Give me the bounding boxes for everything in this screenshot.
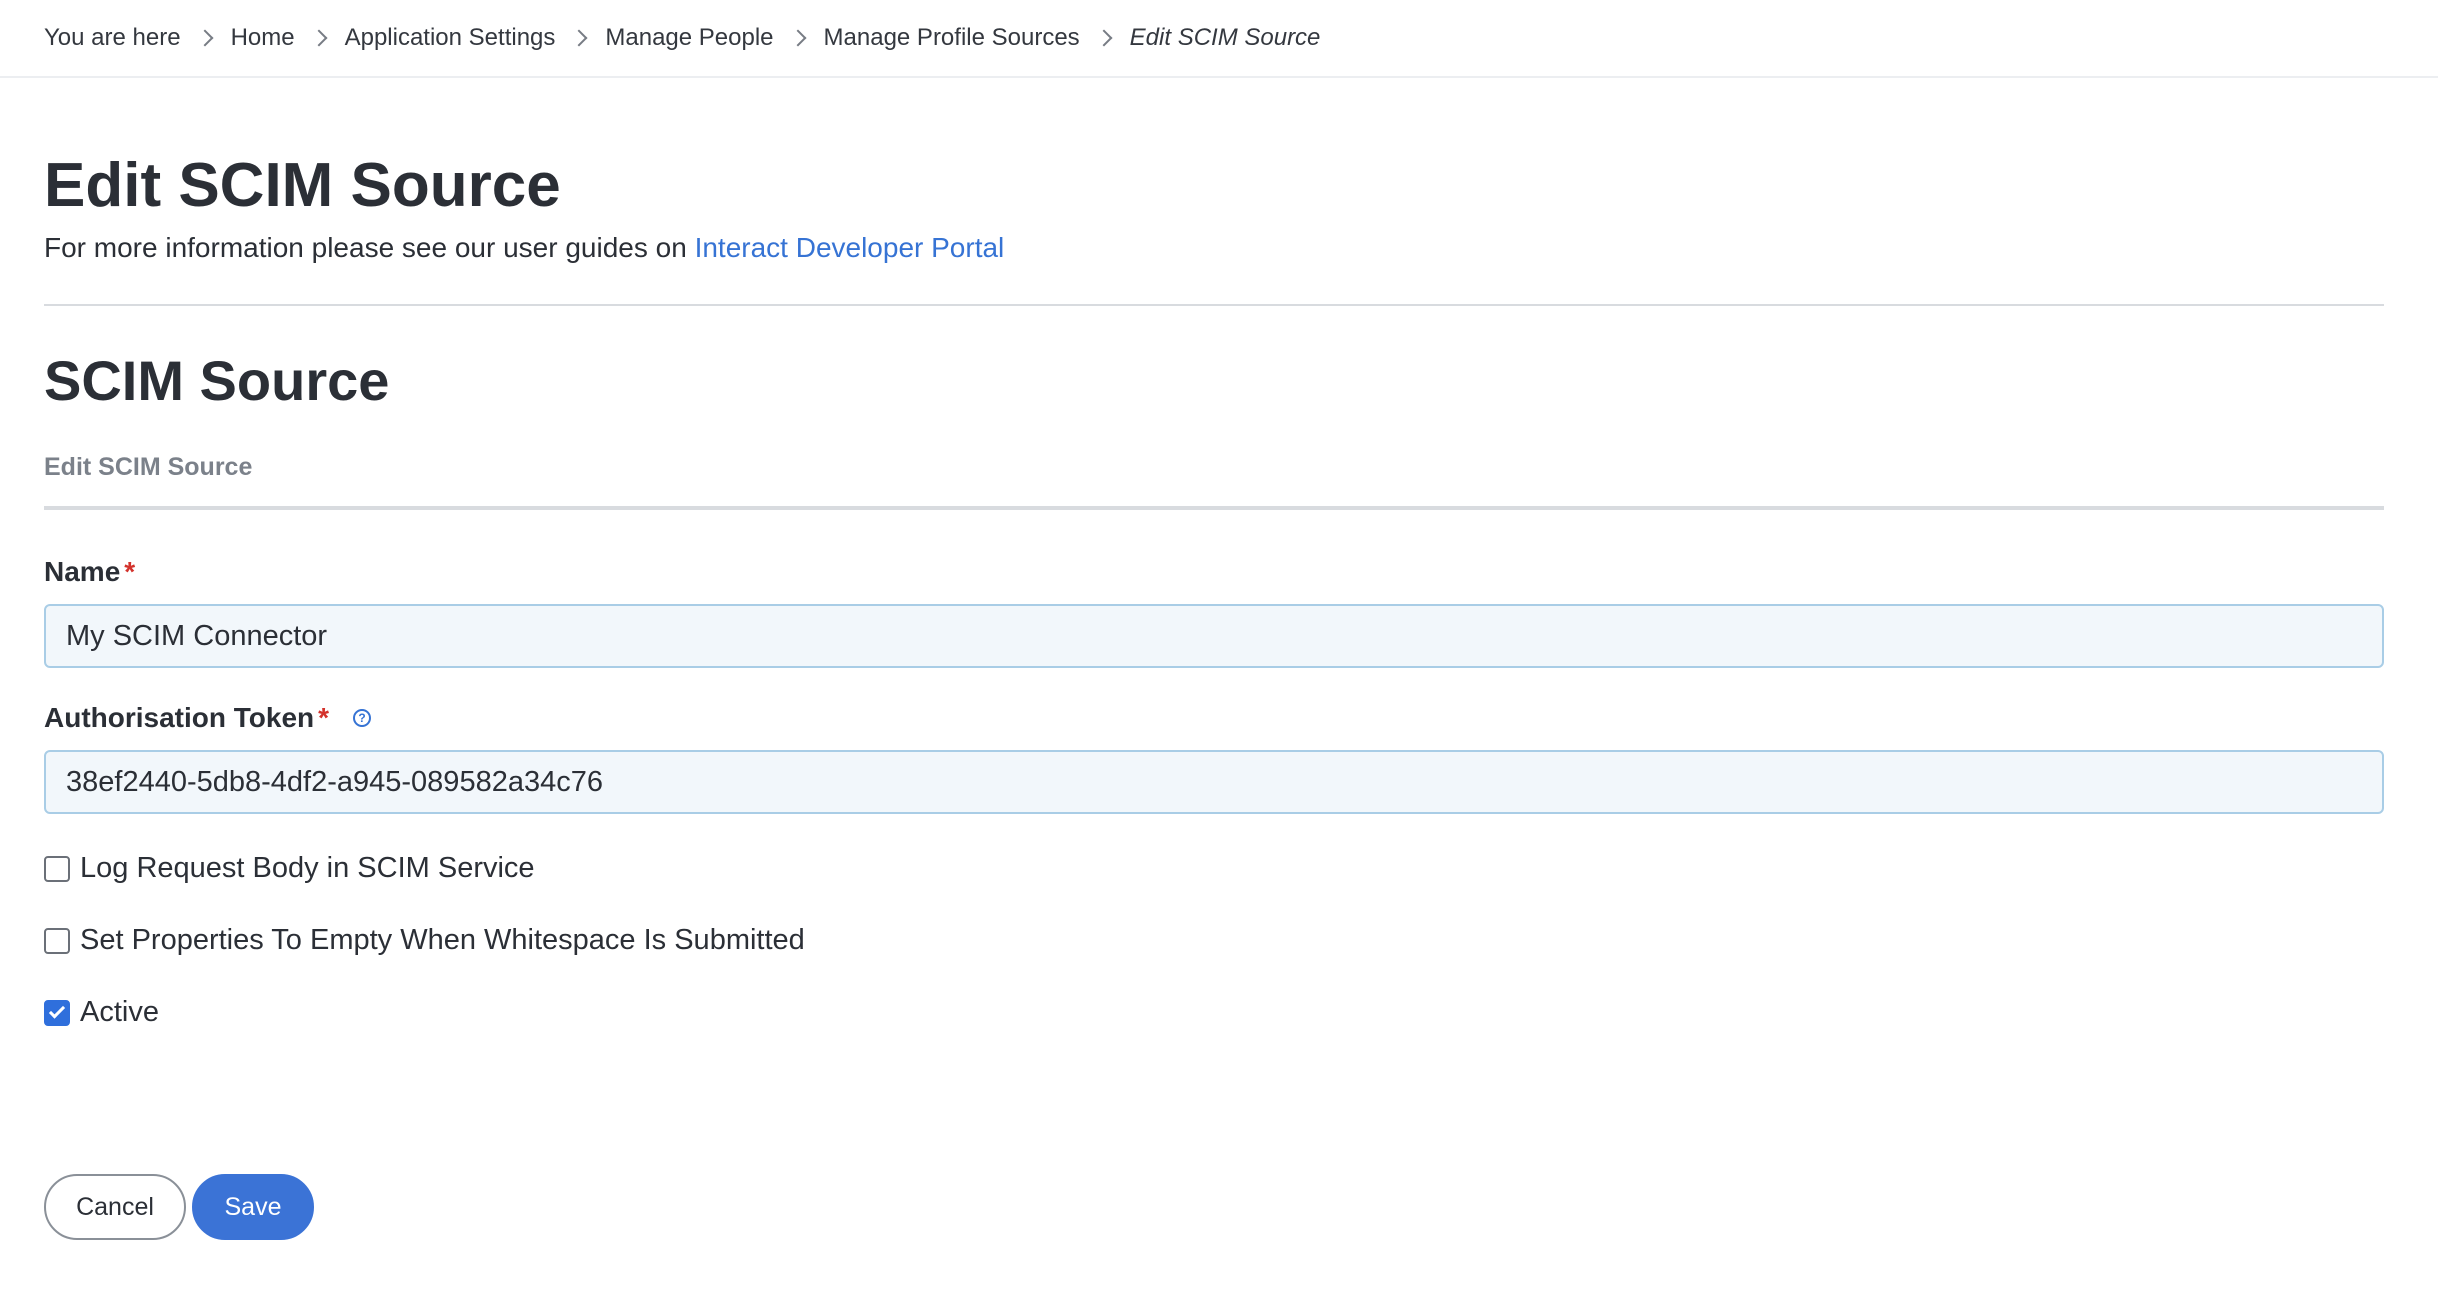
name-label-text: Name — [44, 556, 121, 587]
save-button[interactable]: Save — [192, 1174, 314, 1240]
set-properties-empty-option[interactable]: Set Properties To Empty When Whitespace … — [44, 924, 805, 957]
active-label[interactable]: Active — [80, 996, 159, 1029]
active-option[interactable]: Active — [44, 996, 159, 1029]
section-tab: Edit SCIM Source — [44, 453, 253, 481]
breadcrumb-manage-profile-sources[interactable]: Manage Profile Sources — [824, 24, 1080, 52]
check-icon — [48, 1002, 66, 1019]
breadcrumb: You are here Home Application Settings M… — [0, 0, 2438, 78]
set-properties-empty-checkbox[interactable] — [44, 927, 70, 954]
token-label-text: Authorisation Token — [44, 702, 315, 733]
developer-portal-link[interactable]: Interact Developer Portal — [695, 232, 1005, 263]
page-subtitle: For more information please see our user… — [44, 232, 1004, 264]
breadcrumb-prefix: You are here — [44, 24, 181, 51]
name-label: Name * — [44, 556, 135, 588]
section-title: SCIM Source — [44, 349, 390, 412]
chevron-right-icon — [196, 29, 214, 47]
set-properties-empty-label[interactable]: Set Properties To Empty When Whitespace … — [80, 924, 805, 957]
breadcrumb-current: Edit SCIM Source — [1129, 24, 1321, 51]
divider — [44, 304, 2384, 306]
breadcrumb-manage-people[interactable]: Manage People — [605, 24, 773, 52]
breadcrumb-home[interactable]: Home — [231, 24, 295, 52]
required-marker: * — [318, 702, 330, 733]
section-divider — [44, 506, 2384, 510]
name-input[interactable] — [44, 604, 2384, 668]
log-request-body-label[interactable]: Log Request Body in SCIM Service — [80, 852, 535, 885]
cancel-button[interactable]: Cancel — [44, 1174, 186, 1240]
chevron-right-icon — [570, 29, 588, 47]
page-title: Edit SCIM Source — [44, 151, 561, 220]
log-request-body-checkbox[interactable] — [44, 855, 70, 882]
required-marker: * — [124, 556, 136, 587]
active-checkbox[interactable] — [44, 999, 70, 1026]
chevron-right-icon — [789, 29, 807, 47]
token-label: Authorisation Token *? — [44, 702, 372, 734]
authorisation-token-input[interactable] — [44, 750, 2384, 814]
chevron-right-icon — [1095, 29, 1113, 47]
chevron-right-icon — [310, 29, 328, 47]
log-request-body-option[interactable]: Log Request Body in SCIM Service — [44, 852, 535, 885]
breadcrumb-application-settings[interactable]: Application Settings — [345, 24, 556, 52]
page-subtitle-text: For more information please see our user… — [44, 232, 695, 263]
question-circle-icon[interactable]: ? — [353, 709, 372, 727]
